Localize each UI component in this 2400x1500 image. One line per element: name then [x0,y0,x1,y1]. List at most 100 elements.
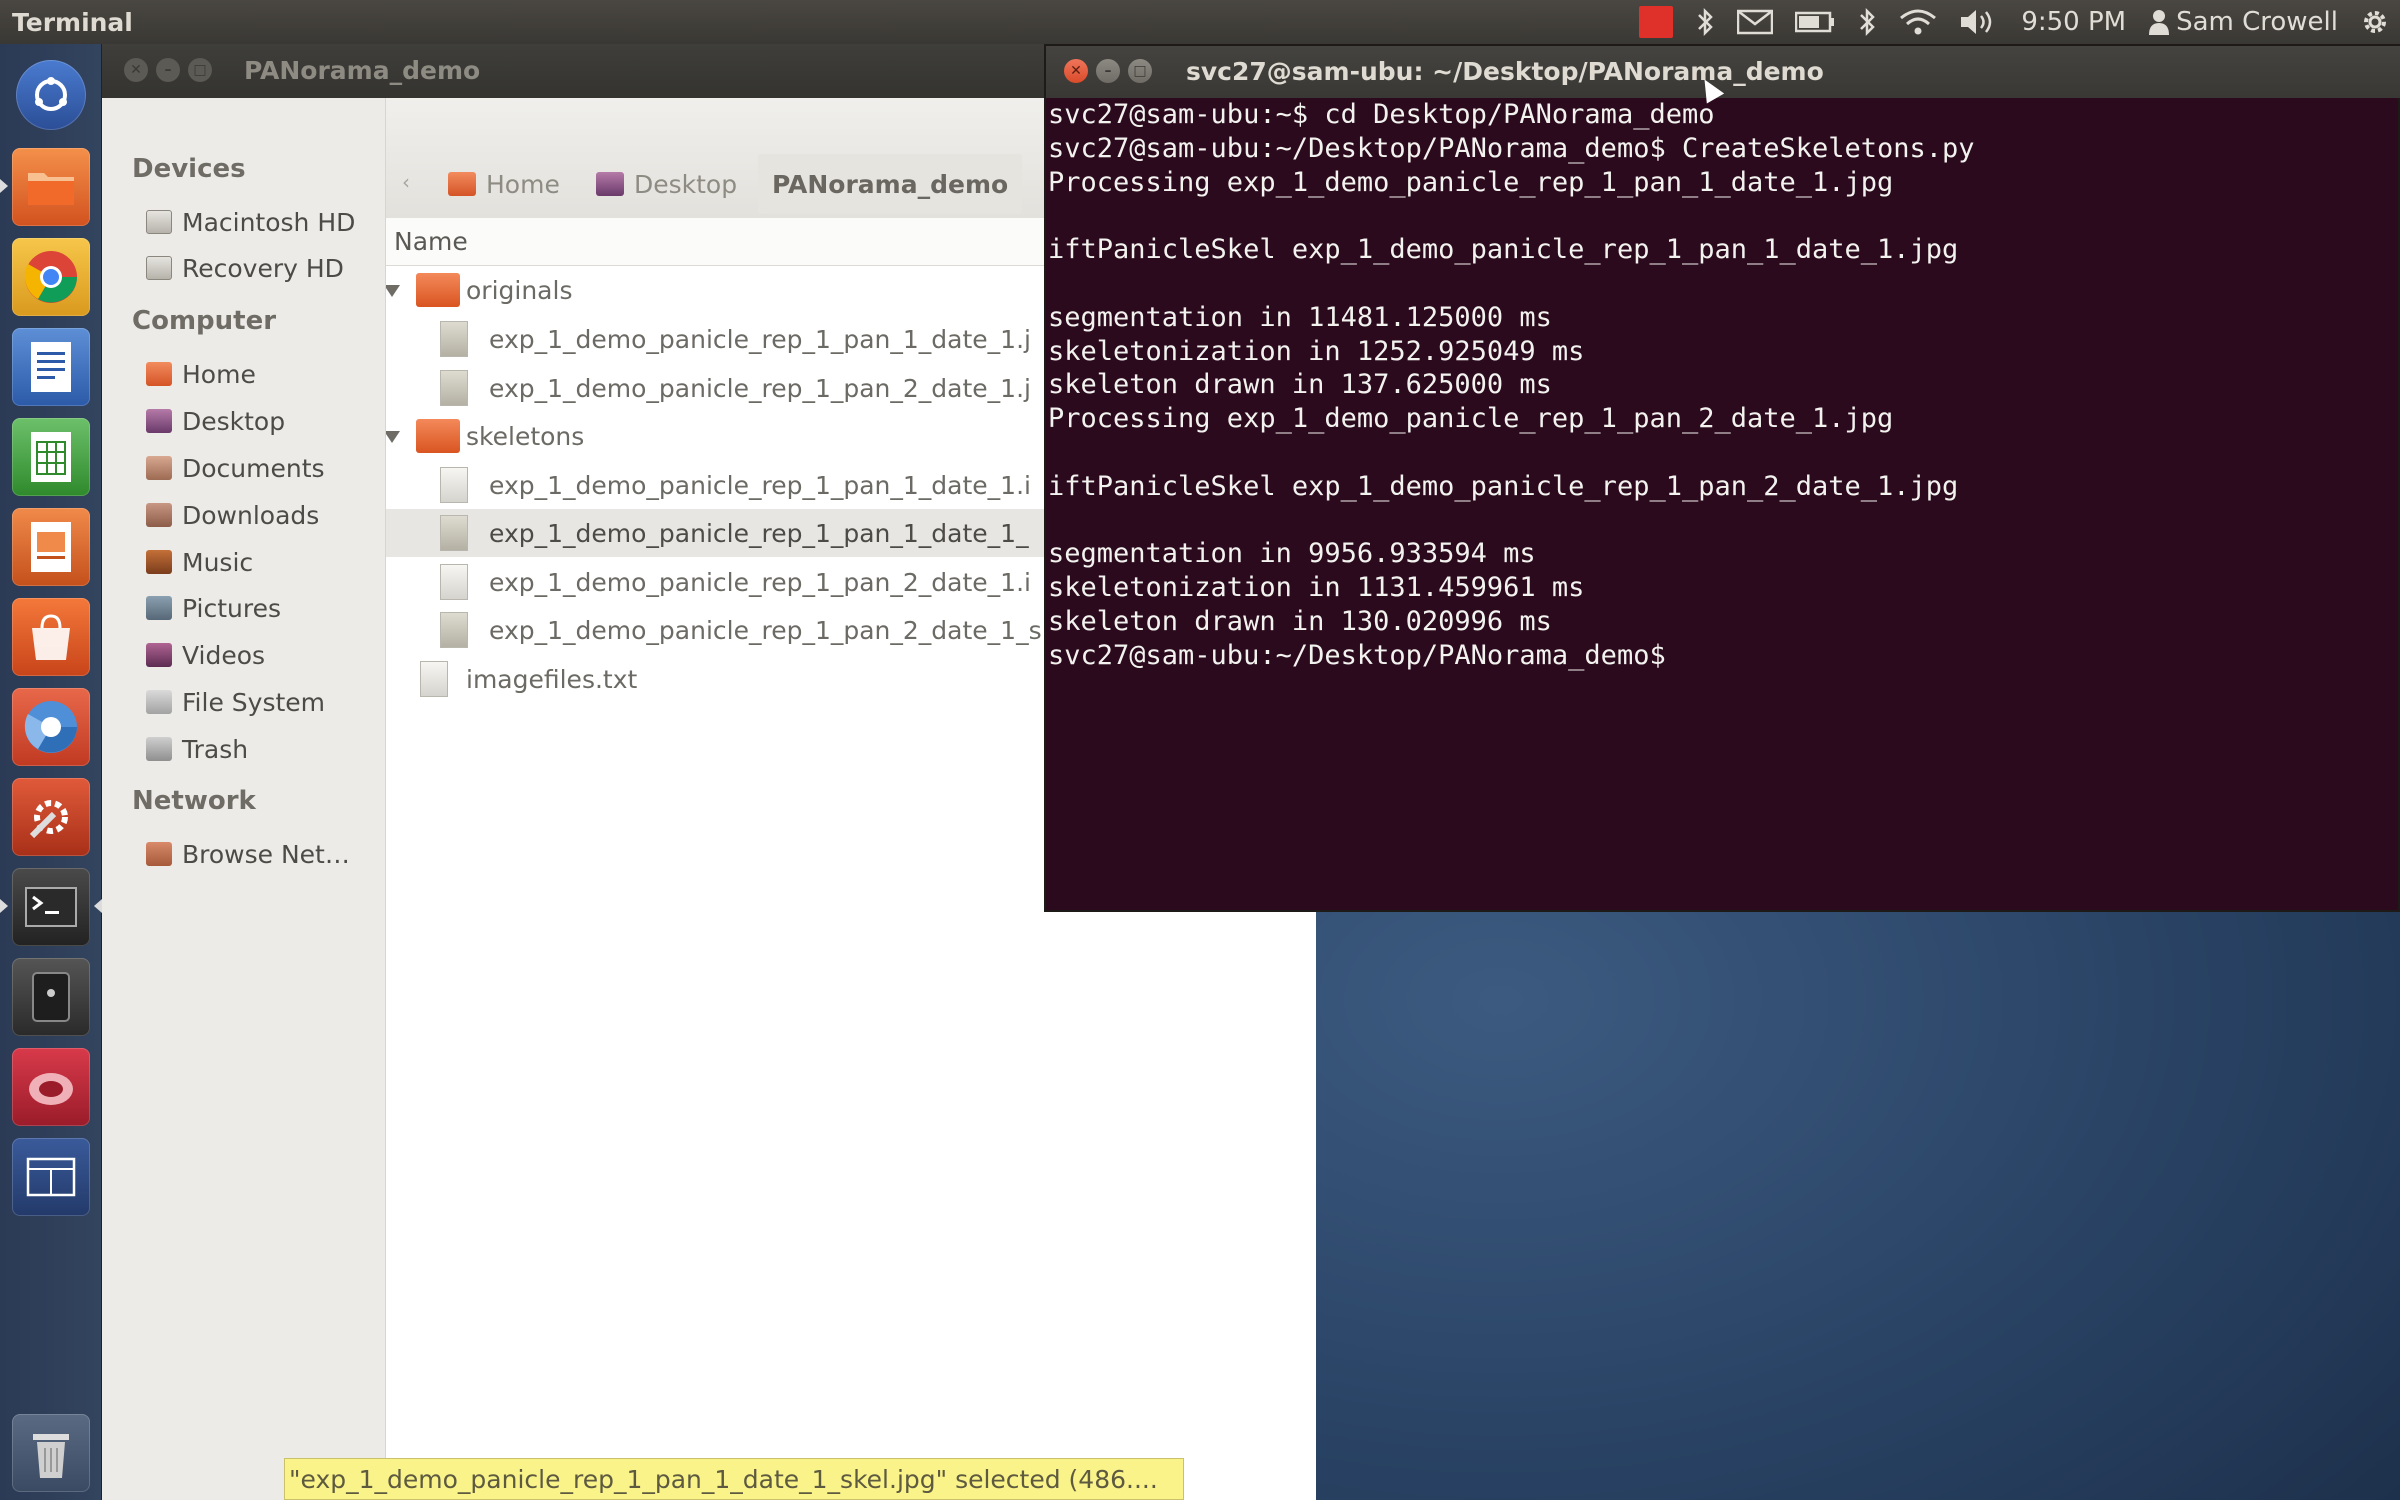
launcher-writer[interactable] [12,328,90,406]
terminal-line: Processing exp_1_demo_panicle_rep_1_pan_… [1048,403,1894,435]
launcher-software-center[interactable] [12,598,90,676]
sidebar-item-label: Pictures [182,593,281,623]
sidebar-item-macintosh-hd[interactable]: Macintosh HD [146,202,355,242]
file-name: exp_1_demo_panicle_rep_1_pan_1_date_1_ [489,518,1029,548]
sidebar-item-videos[interactable]: Videos [146,635,265,675]
image-file-icon [440,612,468,648]
terminal-titlebar[interactable]: ✕ – □ svc27@sam-ubu: ~/Desktop/PANorama_… [1046,46,2400,98]
minimize-button[interactable]: – [1096,59,1120,83]
gear-icon[interactable] [2360,0,2390,44]
downloads-folder-icon [146,503,172,527]
minimize-button[interactable]: – [156,58,180,82]
sidebar-item-music[interactable]: Music [146,542,253,582]
file-name: originals [466,275,573,305]
status-text: "exp_1_demo_panicle_rep_1_pan_1_date_1_s… [289,1464,1158,1494]
terminal-line: segmentation in 9956.933594 ms [1048,538,1536,570]
terminal-line: segmentation in 11481.125000 ms [1048,301,1552,333]
trash-icon [146,737,172,761]
sidebar-item-label: Home [182,359,256,389]
text-file-icon [440,564,468,600]
launcher-impress[interactable] [12,508,90,586]
sidebar-item-label: Recovery HD [182,253,344,283]
launcher-dash-home[interactable] [16,60,86,130]
terminal-line: skeleton drawn in 137.625000 ms [1048,369,1552,401]
sidebar-item-label: File System [182,687,326,717]
sidebar-item-home[interactable]: Home [146,354,256,394]
launcher-trash[interactable] [12,1414,90,1492]
close-button[interactable]: ✕ [124,58,148,82]
sidebar-item-desktop[interactable]: Desktop [146,401,285,441]
launcher-workspaces[interactable] [12,1138,90,1216]
launcher-files[interactable] [12,148,90,226]
terminal-window: ✕ – □ svc27@sam-ubu: ~/Desktop/PANorama_… [1044,44,2400,912]
launcher-chrome[interactable] [12,238,90,316]
sidebar-item-downloads[interactable]: Downloads [146,495,319,535]
sidebar-item-pictures[interactable]: Pictures [146,588,281,628]
breadcrumb-home[interactable]: Home [448,154,560,214]
terminal-output[interactable]: svc27@sam-ubu:~$ cd Desktop/PANorama_dem… [1046,98,2398,910]
file-name: skeletons [466,421,585,451]
chrome-icon [24,251,77,303]
launcher-chromium[interactable] [12,688,90,766]
sidebar-item-file-system[interactable]: File System [146,682,325,722]
record-icon[interactable] [1639,0,1674,44]
breadcrumb-desktop[interactable]: Desktop [596,154,737,214]
home-folder-icon [146,362,172,386]
chromium-icon [24,701,77,753]
workspace-switcher-icon [26,1157,76,1197]
documents-folder-icon [146,456,172,480]
maximize-button[interactable]: □ [1128,59,1152,83]
top-panel: Terminal 9:50 PM Sam Crowell [0,0,2400,44]
chevron-left-icon[interactable]: ‹ [402,170,410,194]
close-button[interactable]: ✕ [1064,59,1088,83]
sidebar-heading-network: Network [132,786,256,816]
breadcrumb-label: Home [486,169,560,199]
maximize-button[interactable]: □ [188,58,212,82]
shopping-bag-icon [32,614,70,660]
launcher-terminal[interactable] [12,868,90,946]
terminal-icon [25,887,77,927]
expander-down-icon[interactable] [386,431,400,443]
videos-folder-icon [146,643,172,667]
sidebar-item-label: Downloads [182,500,320,530]
mail-icon[interactable] [1737,0,1774,44]
breadcrumb-current[interactable]: PANorama_demo [758,154,1023,214]
launcher-disk[interactable] [12,958,90,1036]
sidebar-item-recovery-hd[interactable]: Recovery HD [146,248,344,288]
network-icon [146,842,172,866]
user-name: Sam Crowell [2176,7,2338,37]
clock[interactable]: 9:50 PM [2021,7,2126,37]
file-name: exp_1_demo_panicle_rep_1_pan_2_date_1.i [489,567,1031,597]
bug-icon [29,1073,73,1105]
expander-down-icon[interactable] [386,285,400,297]
file-name: exp_1_demo_panicle_rep_1_pan_1_date_1.i [489,470,1031,500]
bluetooth-icon[interactable] [1695,0,1715,44]
file-system-icon [146,690,172,714]
wifi-icon[interactable] [1899,0,1937,44]
volume-icon[interactable] [1959,0,1999,44]
terminal-line: iftPanicleSkel exp_1_demo_panicle_rep_1_… [1048,234,1959,266]
launcher-bug-tool[interactable] [12,1048,90,1126]
pictures-folder-icon [146,596,172,620]
sidebar-item-documents[interactable]: Documents [146,448,325,488]
launcher-calc[interactable] [12,418,90,496]
folder-icon [416,419,460,453]
user-menu[interactable]: Sam Crowell [2148,0,2338,44]
sidebar-item-browse-network[interactable]: Browse Net… [146,834,350,874]
drive-icon [146,256,172,280]
battery-icon[interactable] [1795,0,1835,44]
sidebar-item-trash[interactable]: Trash [146,729,248,769]
sidebar-item-label: Videos [182,640,266,670]
launcher-system-settings[interactable] [12,778,90,856]
music-folder-icon [146,550,172,574]
user-icon [2148,0,2170,44]
disk-icon [32,972,70,1022]
desktop-folder-icon [146,409,172,433]
spreadsheet-icon [31,432,71,482]
breadcrumb-label: Desktop [634,169,738,199]
terminal-line: skeletonization in 1252.925049 ms [1048,335,1585,367]
bluetooth-icon[interactable] [1857,0,1877,44]
image-file-icon [440,515,468,551]
